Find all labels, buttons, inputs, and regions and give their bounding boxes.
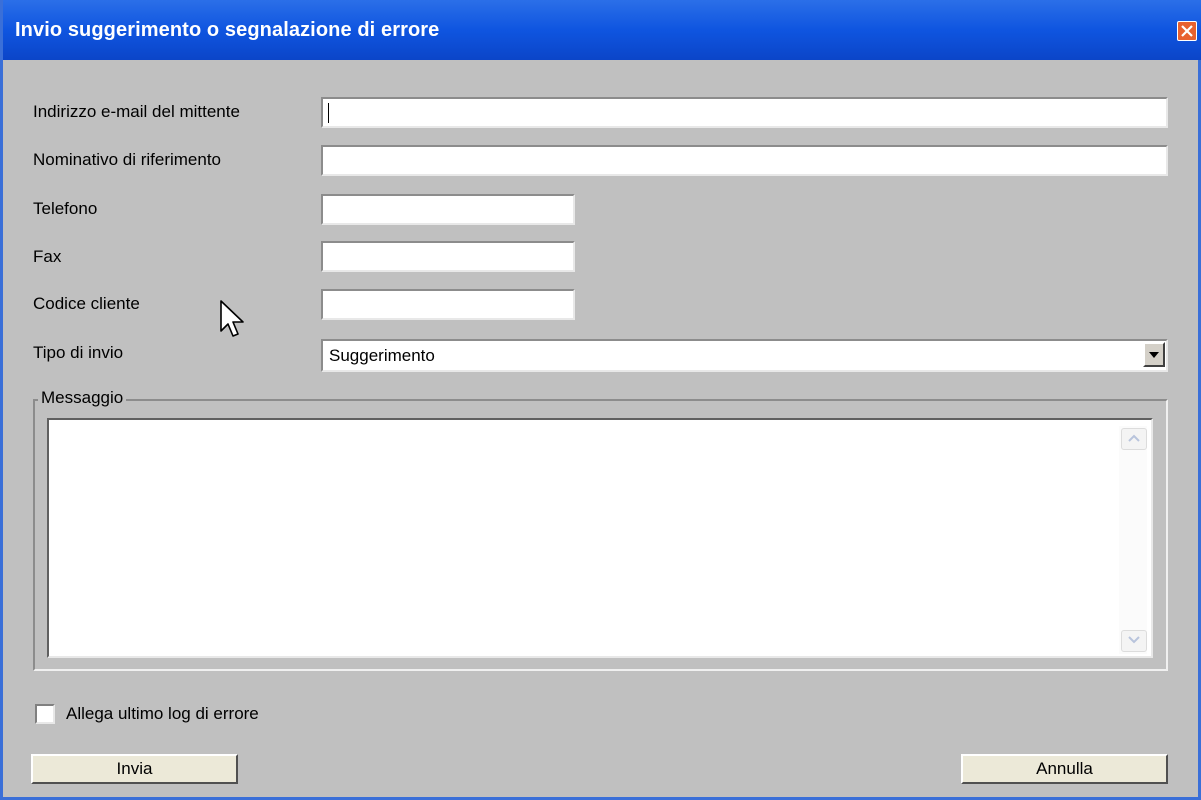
fax-field[interactable] [321,241,575,272]
close-icon [1181,25,1193,37]
scroll-up-button[interactable] [1121,428,1147,450]
chevron-down-icon [1149,352,1159,358]
send-type-value: Suggerimento [329,346,435,365]
title-bar[interactable]: Invio suggerimento o segnalazione di err… [3,0,1201,60]
send-button[interactable]: Invia [31,754,238,784]
phone-label: Telefono [33,199,98,218]
customer-code-label: Codice cliente [33,294,140,313]
phone-field[interactable] [321,194,575,225]
send-type-label: Tipo di invio [33,343,124,362]
text-caret [328,103,329,123]
chevron-down-icon [1128,636,1140,644]
attach-log-label[interactable]: Allega ultimo log di errore [66,704,259,724]
dropdown-button[interactable] [1143,342,1165,367]
send-type-select[interactable]: Suggerimento [321,339,1168,372]
chevron-up-icon [1128,434,1140,442]
customer-code-field[interactable] [321,289,575,320]
email-field[interactable] [321,97,1168,128]
name-field[interactable] [321,145,1168,176]
message-scrollbar[interactable] [1119,426,1147,654]
window-title: Invio suggerimento o segnalazione di err… [15,19,440,41]
name-label: Nominativo di riferimento [33,150,222,169]
email-label: Indirizzo e-mail del mittente [33,102,240,121]
mouse-pointer-icon [220,300,244,337]
fax-label: Fax [33,247,62,266]
message-textarea[interactable] [47,418,1153,658]
attach-log-checkbox[interactable] [35,704,55,724]
message-group-label: Messaggio [38,388,127,408]
cancel-button[interactable]: Annulla [961,754,1168,784]
scroll-down-button[interactable] [1121,630,1147,652]
close-button[interactable] [1177,21,1197,41]
dialog-window: Invio suggerimento o segnalazione di err… [0,0,1201,800]
